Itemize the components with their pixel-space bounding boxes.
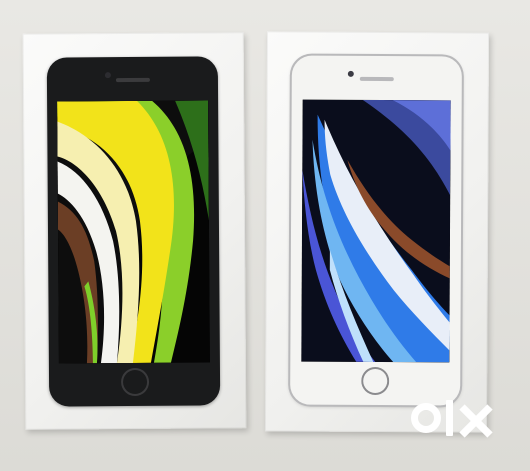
home-button <box>361 367 389 395</box>
phone-screen-left <box>57 100 210 364</box>
front-camera-icon <box>347 70 354 77</box>
phone-box-right <box>264 31 490 433</box>
earpiece-speaker <box>359 76 394 82</box>
earpiece-speaker <box>115 77 150 83</box>
blue-swirl-wallpaper <box>301 99 451 363</box>
phone-screen-right <box>301 99 451 363</box>
black-phone <box>46 56 221 407</box>
phone-box-left <box>22 32 247 430</box>
yellow-swirl-wallpaper <box>57 100 210 364</box>
front-camera-icon <box>104 72 111 79</box>
white-phone <box>290 55 462 406</box>
home-button <box>120 368 148 396</box>
olx-logo-icon: olx <box>410 396 496 440</box>
watermark-text: olx <box>410 396 496 440</box>
